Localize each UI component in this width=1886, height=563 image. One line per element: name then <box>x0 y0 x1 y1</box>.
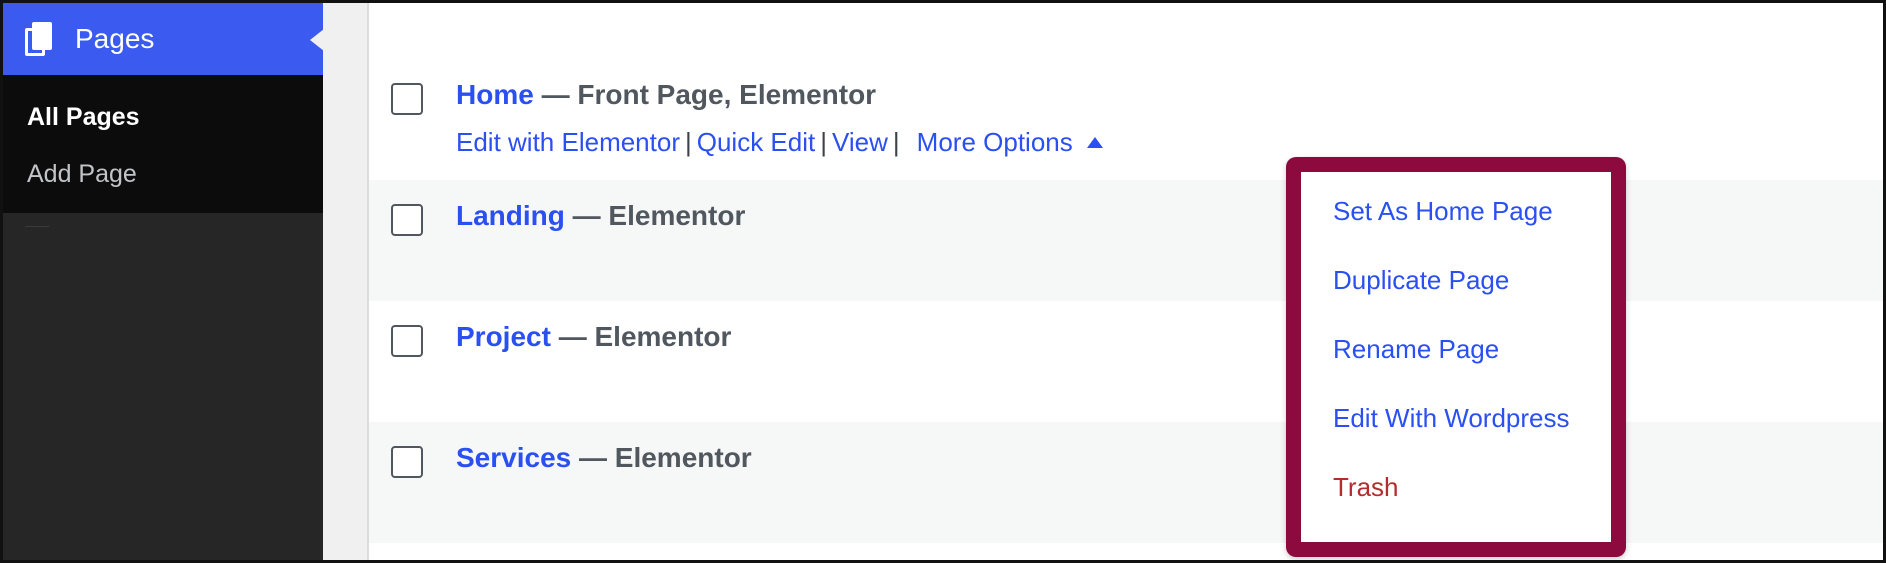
quick-edit-link[interactable]: Quick Edit <box>697 127 816 157</box>
more-options-dropdown: Set As Home Page Duplicate Page Rename P… <box>1286 157 1626 557</box>
table-row-services: Services — Elementor <box>369 422 1883 543</box>
table-row-home: Home — Front Page, Elementor Edit with E… <box>369 59 1883 180</box>
sidebar-submenu: All Pages Add Page <box>3 75 323 213</box>
row-checkbox[interactable] <box>391 446 423 478</box>
page-state: — Elementor <box>571 442 752 473</box>
more-options-label: More Options <box>916 127 1073 157</box>
sidebar-divider <box>25 226 49 227</box>
row-title: Project — Elementor <box>456 321 731 353</box>
page-title-link[interactable]: Home <box>456 79 534 110</box>
caret-up-icon <box>1086 137 1103 148</box>
row-title: Services — Elementor <box>456 442 752 474</box>
admin-sidebar: Pages All Pages Add Page <box>3 3 324 560</box>
set-home-page-option[interactable]: Set As Home Page <box>1333 196 1553 227</box>
row-checkbox[interactable] <box>391 83 423 115</box>
row-checkbox[interactable] <box>391 325 423 357</box>
more-options-toggle[interactable]: More Options <box>917 127 1103 157</box>
submenu-all-pages[interactable]: All Pages <box>3 97 323 154</box>
sidebar-lower <box>3 213 323 560</box>
edit-with-elementor-link[interactable]: Edit with Elementor <box>456 127 680 157</box>
sidebar-menu-pages[interactable]: Pages <box>3 3 324 75</box>
row-actions: Edit with Elementor | Quick Edit | View | More… <box>456 127 1103 158</box>
pages-icon <box>25 22 53 56</box>
action-separator: | <box>892 127 900 157</box>
duplicate-page-option[interactable]: Duplicate Page <box>1333 265 1509 296</box>
action-separator: | <box>820 127 828 157</box>
rename-page-option[interactable]: Rename Page <box>1333 334 1499 365</box>
table-row-project: Project — Elementor <box>369 301 1883 422</box>
pages-table: Home — Front Page, Elementor Edit with E… <box>367 3 1883 560</box>
row-checkbox[interactable] <box>391 204 423 236</box>
page-state: — Elementor <box>550 321 732 352</box>
view-link[interactable]: View <box>832 127 888 157</box>
screenshot-frame: Pages All Pages Add Page Home — Front Pa… <box>0 0 1886 563</box>
trash-option[interactable]: Trash <box>1333 472 1399 503</box>
main-content: Home — Front Page, Elementor Edit with E… <box>323 3 1883 560</box>
page-title-link[interactable]: Project <box>456 321 551 352</box>
action-separator: | <box>684 127 692 157</box>
table-row-landing: Landing — Elementor <box>369 180 1883 301</box>
sidebar-menu-title: Pages <box>75 23 155 54</box>
page-title-link[interactable]: Landing <box>456 200 565 231</box>
page-state: — Elementor <box>564 200 746 231</box>
row-title: Landing — Elementor <box>456 200 745 232</box>
submenu-add-page[interactable]: Add Page <box>3 154 323 211</box>
row-title: Home — Front Page, Elementor <box>456 79 876 111</box>
current-menu-pointer <box>310 29 324 51</box>
page-state: — Front Page, Elementor <box>533 79 877 110</box>
page-title-link[interactable]: Services <box>456 442 571 473</box>
edit-with-wordpress-option[interactable]: Edit With Wordpress <box>1333 403 1569 434</box>
